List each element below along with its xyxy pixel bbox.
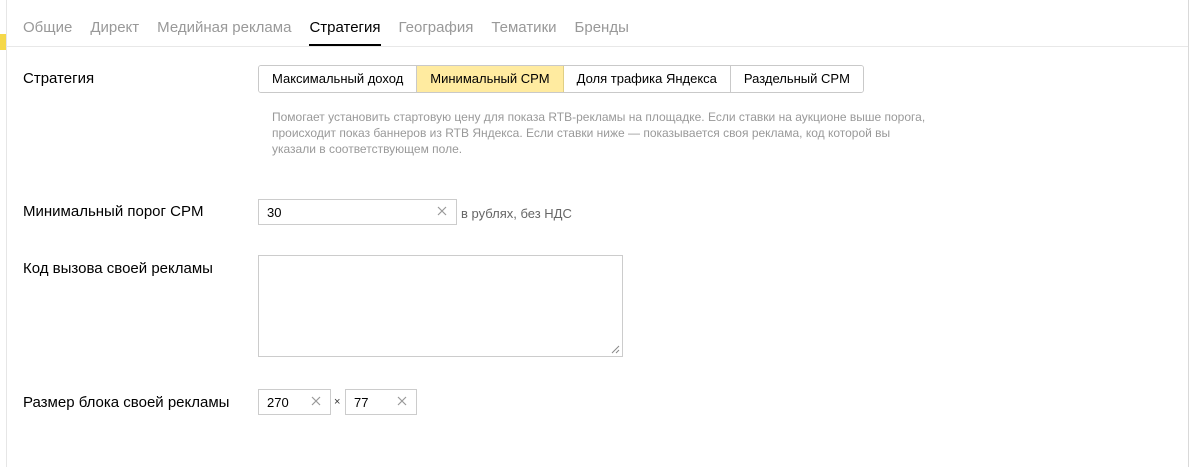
tab-media-ads[interactable]: Медийная реклама [157, 18, 291, 44]
min-cpm-value: 30 [267, 205, 282, 220]
tab-brands[interactable]: Бренды [575, 18, 629, 44]
size-separator: × [334, 396, 341, 408]
resize-grip-icon[interactable] [611, 345, 620, 354]
block-width-value: 270 [267, 395, 289, 410]
tab-direct[interactable]: Директ [90, 18, 139, 44]
close-icon[interactable] [309, 394, 323, 408]
strategy-hint: Помогает установить стартовую цену для п… [272, 110, 926, 156]
min-cpm-input[interactable]: 30 [258, 199, 457, 225]
tab-general[interactable]: Общие [23, 18, 72, 44]
section-tabs: Общие Директ Медийная реклама Стратегия … [23, 18, 629, 46]
min-cpm-label: Минимальный порог CPM [23, 203, 204, 220]
strategy-option-min-cpm[interactable]: Минимальный CPM [417, 66, 564, 92]
strategy-label: Стратегия [23, 70, 95, 87]
min-cpm-suffix: в рублях, без НДС [461, 206, 572, 221]
close-icon[interactable] [435, 204, 449, 218]
strategy-selector: Максимальный доход Минимальный CPM Доля … [258, 65, 864, 93]
tab-geography[interactable]: География [399, 18, 474, 44]
tabs-divider [6, 46, 1188, 47]
tab-topics[interactable]: Тематики [491, 18, 556, 44]
tab-strategy[interactable]: Стратегия [309, 18, 381, 46]
left-panel-edge [0, 0, 7, 467]
block-size-label: Размер блока своей рекламы [23, 394, 230, 411]
close-icon[interactable] [395, 394, 409, 408]
strategy-option-yandex-share[interactable]: Доля трафика Яндекса [563, 66, 731, 92]
strategy-option-separate-cpm[interactable]: Раздельный CPM [730, 66, 863, 92]
block-height-input[interactable]: 77 [345, 389, 417, 415]
own-code-label: Код вызова своей рекламы [23, 260, 213, 277]
block-width-input[interactable]: 270 [258, 389, 331, 415]
own-code-textarea[interactable] [258, 255, 623, 357]
strategy-option-max-revenue[interactable]: Максимальный доход [259, 66, 418, 92]
block-height-value: 77 [354, 395, 369, 410]
left-panel-highlight [0, 34, 6, 50]
